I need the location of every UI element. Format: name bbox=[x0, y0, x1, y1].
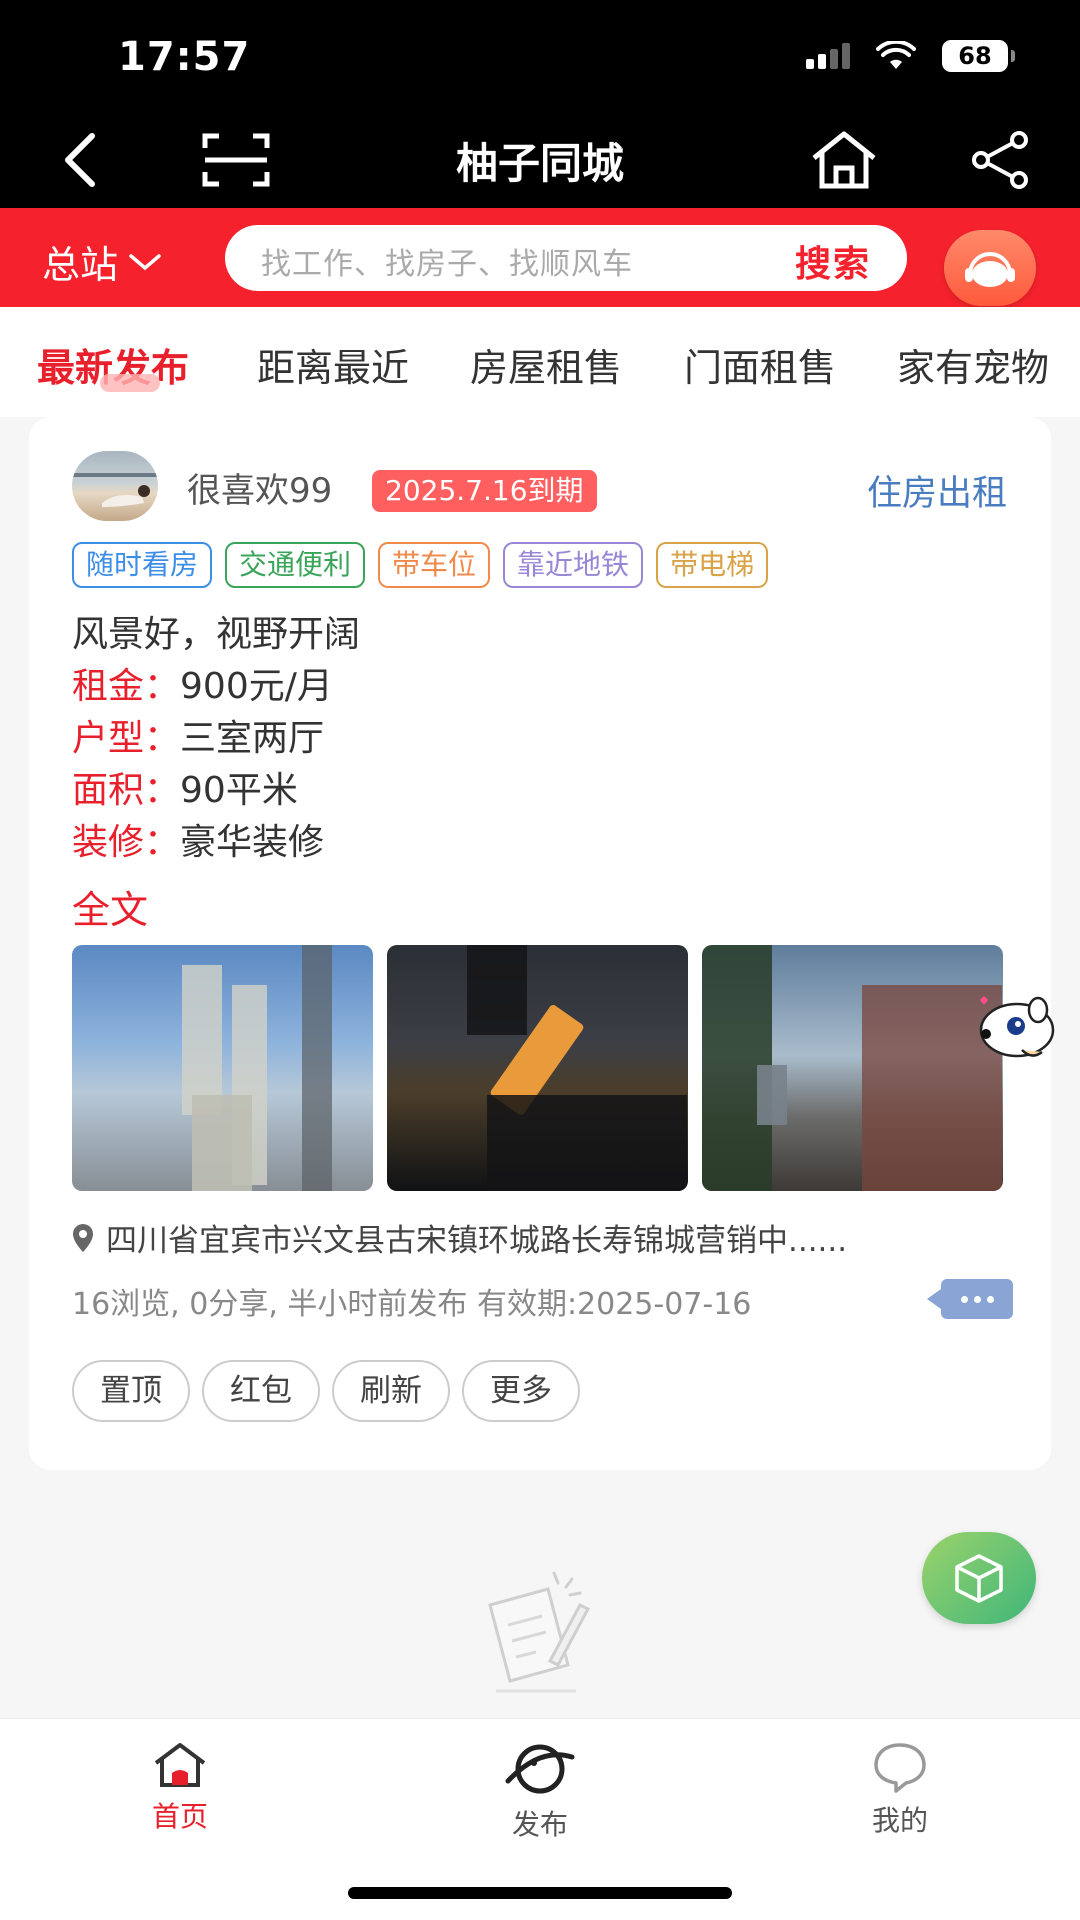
station-selector[interactable]: 总站 bbox=[42, 234, 162, 289]
feature-tag: 靠近地铁 bbox=[503, 542, 644, 588]
feature-tags: 随时看房 交通便利 带车位 靠近地铁 带电梯 bbox=[72, 542, 769, 588]
status-icons: 68 bbox=[806, 40, 1015, 72]
post-photo[interactable] bbox=[387, 945, 688, 1191]
field-label: 租金： bbox=[72, 666, 181, 707]
cube-icon bbox=[955, 1554, 1003, 1603]
username[interactable]: 很喜欢99 bbox=[187, 463, 332, 512]
page-title: 柚子同城 bbox=[455, 139, 624, 188]
pin-top-button[interactable]: 置顶 bbox=[72, 1360, 190, 1422]
share-icon[interactable] bbox=[960, 120, 1040, 200]
tab-nearest[interactable]: 距离最近 bbox=[257, 337, 409, 392]
nav-mine[interactable]: 我的 bbox=[820, 1741, 980, 1839]
chevron-down-icon bbox=[129, 253, 161, 270]
feature-tag: 随时看房 bbox=[72, 542, 213, 588]
rent-field: 租金：900元/月 bbox=[72, 657, 333, 709]
feature-tag: 带车位 bbox=[378, 542, 491, 588]
planet-icon bbox=[505, 1744, 575, 1794]
floating-cube-button[interactable] bbox=[922, 1532, 1036, 1624]
post-actions: 置顶 红包 刷新 更多 bbox=[72, 1360, 580, 1422]
tab-housing[interactable]: 房屋租售 bbox=[470, 337, 622, 392]
post-category[interactable]: 住房出租 bbox=[867, 465, 1007, 516]
field-value: 900元/月 bbox=[180, 666, 333, 707]
station-label: 总站 bbox=[42, 243, 119, 287]
dog-mascot-icon[interactable] bbox=[972, 988, 1062, 1068]
search-button[interactable]: 搜索 bbox=[795, 235, 871, 287]
more-button[interactable]: 更多 bbox=[462, 1360, 580, 1422]
full-text-link[interactable]: 全文 bbox=[72, 879, 148, 934]
layout-field: 户型：三室两厅 bbox=[72, 709, 324, 761]
empty-state-illustration bbox=[488, 1571, 591, 1693]
post-photo[interactable] bbox=[702, 945, 1003, 1191]
nav-label: 发布 bbox=[511, 1808, 568, 1841]
nav-label: 首页 bbox=[151, 1800, 208, 1833]
field-label: 装修： bbox=[72, 822, 181, 863]
feature-tag: 带电梯 bbox=[656, 542, 769, 588]
nav-home[interactable]: 首页 bbox=[100, 1741, 260, 1835]
category-tabs: 最新发布 距离最近 房屋租售 门面租售 家有宠物 bbox=[0, 307, 1080, 417]
location-row[interactable]: 四川省宜宾市兴文县古宋镇环城路长寿锦城营销中...... bbox=[72, 1215, 847, 1260]
field-value: 90平米 bbox=[180, 770, 298, 811]
status-time: 17:57 bbox=[118, 34, 251, 80]
feature-tag: 交通便利 bbox=[225, 542, 366, 588]
expire-badge: 2025.7.16到期 bbox=[372, 470, 597, 512]
tab-pets[interactable]: 家有宠物 bbox=[897, 337, 1049, 392]
post-photo[interactable] bbox=[72, 945, 373, 1191]
cellular-signal-icon bbox=[806, 43, 850, 69]
search-band: 总站 找工作、找房子、找顺风车 搜索 bbox=[0, 208, 1080, 307]
home-shortcut-icon[interactable] bbox=[804, 120, 884, 200]
tab-storefront[interactable]: 门面租售 bbox=[684, 337, 836, 392]
nav-publish[interactable]: 发布 bbox=[460, 1741, 620, 1843]
customer-service-button[interactable] bbox=[944, 230, 1036, 306]
search-placeholder: 找工作、找房子、找顺风车 bbox=[261, 247, 633, 282]
more-options-icon[interactable] bbox=[927, 1279, 1013, 1319]
home-indicator bbox=[348, 1887, 732, 1899]
field-label: 面积： bbox=[72, 770, 181, 811]
title-bar: 柚子同城 bbox=[0, 110, 1080, 208]
area-field: 面积：90平米 bbox=[72, 761, 298, 813]
home-icon bbox=[154, 1743, 206, 1787]
red-packet-button[interactable]: 红包 bbox=[202, 1360, 320, 1422]
field-value: 三室两厅 bbox=[180, 718, 325, 759]
field-label: 户型： bbox=[72, 718, 181, 759]
post-card[interactable]: 很喜欢99 2025.7.16到期 住房出租 随时看房 交通便利 带车位 靠近地… bbox=[29, 417, 1051, 1470]
post-meta: 16浏览, 0分享, 半小时前发布 有效期:2025-07-16 bbox=[72, 1287, 752, 1322]
field-value: 豪华装修 bbox=[180, 822, 325, 863]
refresh-button[interactable]: 刷新 bbox=[332, 1360, 450, 1422]
top-bar: 17:57 68 柚子同城 bbox=[0, 0, 1080, 208]
location-text: 四川省宜宾市兴文县古宋镇环城路长寿锦城营销中...... bbox=[106, 1223, 848, 1259]
active-tab-indicator bbox=[100, 374, 160, 392]
avatar[interactable] bbox=[72, 451, 158, 521]
nav-label: 我的 bbox=[871, 1804, 928, 1837]
search-input[interactable]: 找工作、找房子、找顺风车 搜索 bbox=[225, 225, 907, 291]
headset-icon bbox=[965, 252, 1015, 287]
battery-icon: 68 bbox=[942, 40, 1015, 72]
wifi-icon bbox=[876, 41, 916, 69]
post-description: 风景好，视野开阔 bbox=[72, 614, 361, 655]
decoration-field: 装修：豪华装修 bbox=[72, 813, 324, 865]
chat-bubble-icon bbox=[874, 1743, 926, 1793]
location-pin-icon bbox=[73, 1223, 93, 1252]
photo-gallery bbox=[72, 945, 1003, 1191]
